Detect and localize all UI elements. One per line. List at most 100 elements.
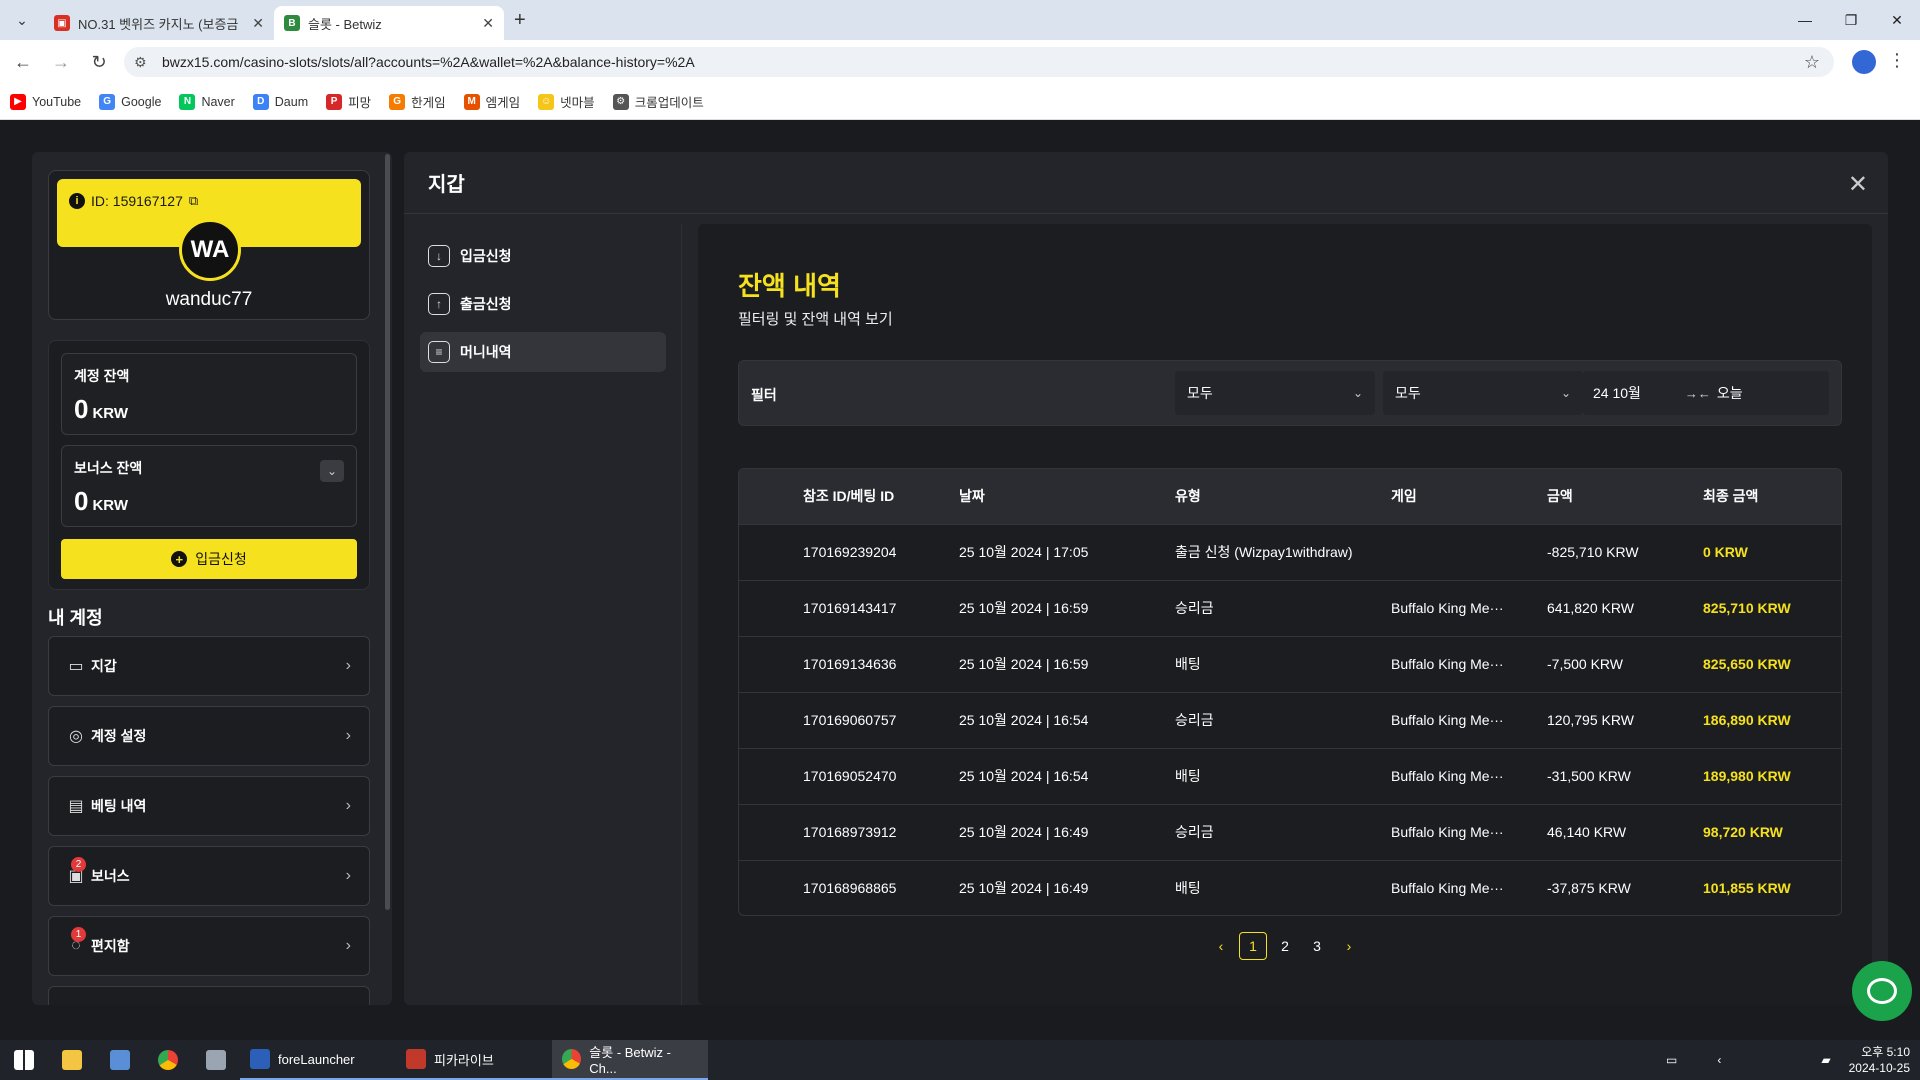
- site-info-icon[interactable]: ⚙: [134, 54, 150, 71]
- cell-type: 승리금: [1175, 712, 1214, 728]
- balance-history-content: 잔액 내역 필터링 및 잔액 내역 보기 필터 모두 ⌄ 모두 ⌄ 24 10월…: [698, 224, 1872, 1005]
- taskbar-app-chrome-betwiz[interactable]: 슬롯 - Betwiz - Ch...: [552, 1040, 708, 1080]
- chevron-left-icon[interactable]: ‹: [1207, 932, 1235, 960]
- bookmark-youtube[interactable]: ▶ YouTube: [10, 93, 81, 110]
- live-chat-button[interactable]: [1852, 961, 1912, 1021]
- page-title: 잔액 내역: [738, 271, 841, 301]
- bookmark-pmang[interactable]: P 피망: [326, 92, 371, 111]
- pc-icon[interactable]: [192, 1040, 240, 1080]
- taskbar-app-forelauncher[interactable]: foreLauncher: [240, 1040, 396, 1080]
- close-icon[interactable]: ✕: [1848, 170, 1868, 199]
- account-balance-label: 계정 잔액: [74, 368, 130, 384]
- new-tab-icon[interactable]: +: [514, 9, 526, 32]
- cell-date: 25 10월 2024 | 16:54: [959, 712, 1089, 728]
- menu-item-partial[interactable]: [48, 986, 370, 1005]
- network-icon[interactable]: ▭: [1666, 1053, 1677, 1067]
- forward-icon[interactable]: →: [46, 52, 76, 73]
- table-row: 170169143417 25 10월 2024 | 16:59 승리금 Buf…: [739, 580, 1841, 636]
- browser-tab-active[interactable]: B 슬롯 - Betwiz ✕: [274, 6, 504, 40]
- page-body: i ID: 159167127 ⧉ WA wanduc77 계정 잔액 0 KRW…: [0, 120, 1920, 1040]
- chat-icon: ◌ 1: [65, 927, 87, 957]
- battery-icon[interactable]: ▰: [1821, 1053, 1830, 1067]
- bookmark-netmarble[interactable]: ☺ 넷마블: [538, 92, 595, 111]
- clock[interactable]: 오후 5:10 2024-10-25: [1849, 1044, 1910, 1076]
- bonus-balance: 보너스 잔액 0 KRW ⌄: [61, 445, 357, 527]
- subnav-withdraw[interactable]: ↑ 출금신청: [420, 284, 666, 324]
- subnav-deposit[interactable]: ↓ 입금신청: [420, 236, 666, 276]
- tab-favicon-icon: B: [284, 15, 300, 31]
- date-range-picker[interactable]: 24 10월 →← 오늘: [1583, 371, 1829, 415]
- file-explorer-icon[interactable]: [48, 1040, 96, 1080]
- cell-date: 25 10월 2024 | 17:05: [959, 544, 1089, 560]
- bookmark-google[interactable]: G Google: [99, 93, 161, 110]
- profile-avatar-icon[interactable]: [1852, 50, 1876, 74]
- table-row: 170169134636 25 10월 2024 | 16:59 배팅 Buff…: [739, 636, 1841, 692]
- page-button-2[interactable]: 2: [1271, 932, 1299, 960]
- wallet-subnav: ↓ 입금신청 ↑ 출금신청 ≡ 머니내역: [404, 224, 682, 1005]
- col-header-date: 날짜: [959, 488, 985, 505]
- cell-game: Buffalo King Me···: [1391, 656, 1504, 672]
- url-omnibox[interactable]: ⚙ bwzx15.com/casino-slots/slots/all?acco…: [124, 47, 1834, 77]
- taskbar-app-pikalive[interactable]: 피카라이브: [396, 1040, 552, 1080]
- system-tray: ▭ ‹ ▰ 오후 5:10 2024-10-25: [1666, 1040, 1910, 1080]
- windows-start-icon[interactable]: [0, 1040, 48, 1080]
- restore-icon[interactable]: ❐: [1828, 0, 1874, 40]
- chrome-icon[interactable]: [144, 1040, 192, 1080]
- forelauncher-icon: [250, 1049, 270, 1069]
- page-button-1[interactable]: 1: [1239, 932, 1267, 960]
- bookmark-naver[interactable]: N Naver: [179, 93, 235, 110]
- tab-close-icon[interactable]: ✕: [252, 15, 264, 32]
- sidebar-scrollbar[interactable]: [385, 154, 390, 910]
- copy-icon[interactable]: ⧉: [189, 193, 198, 209]
- minimize-icon[interactable]: —: [1782, 0, 1828, 40]
- url-text[interactable]: bwzx15.com/casino-slots/slots/all?accoun…: [162, 54, 1804, 70]
- chrome-icon: [562, 1049, 582, 1069]
- bookmark-chrome-update[interactable]: ⚙ 크롬업데이트: [612, 92, 704, 111]
- menu-item-inbox[interactable]: ◌ 1 편지함 ›: [48, 916, 370, 976]
- bookmark-star-icon[interactable]: ☆: [1804, 52, 1820, 73]
- filter-select-1[interactable]: 모두 ⌄: [1175, 371, 1375, 415]
- deposit-button[interactable]: + 입금신청: [61, 539, 357, 579]
- browser-tab[interactable]: ▣ NO.31 벳위즈 카지노 (보증금 ✕: [44, 6, 274, 40]
- menu-item-wallet[interactable]: ▭ 지갑 ›: [48, 636, 370, 696]
- tab-search-icon[interactable]: ⌄: [8, 6, 36, 34]
- bookmark-daum[interactable]: D Daum: [252, 93, 308, 110]
- back-icon[interactable]: ←: [8, 52, 38, 73]
- tab-title: 슬롯 - Betwiz: [308, 16, 382, 32]
- netmarble-icon: ☺: [538, 93, 555, 110]
- cell-type: 배팅: [1175, 880, 1201, 897]
- menu-item-betting-history[interactable]: ▤ 베팅 내역 ›: [48, 776, 370, 836]
- bookmark-mgame[interactable]: M 엠게임: [463, 92, 520, 111]
- chevron-down-icon[interactable]: ⌄: [320, 460, 344, 482]
- language-icon[interactable]: ‹: [1717, 1053, 1721, 1067]
- cell-ref-id: 170168973912: [803, 824, 897, 840]
- menu-item-account-settings[interactable]: ◎ 계정 설정 ›: [48, 706, 370, 766]
- reload-icon[interactable]: ↻: [84, 52, 114, 73]
- page-subtitle: 필터링 및 잔액 내역 보기: [738, 311, 893, 328]
- username: wanduc77: [165, 289, 253, 310]
- cell-game: Buffalo King Me···: [1391, 712, 1504, 728]
- page-button-3[interactable]: 3: [1303, 932, 1331, 960]
- plus-circle-icon: +: [171, 551, 188, 567]
- bookmark-hangame[interactable]: G 한게임: [389, 92, 446, 111]
- wallet-panel: 지갑 ✕ ↓ 입금신청 ↑ 출금신청 ≡ 머니내역 잔액 내역 필터링 및 잔액…: [404, 152, 1888, 1005]
- youtube-icon: ▶: [10, 93, 26, 110]
- subnav-money-history[interactable]: ≡ 머니내역: [420, 332, 666, 372]
- currency: KRW: [92, 405, 129, 422]
- chevron-right-icon[interactable]: ›: [1335, 932, 1363, 960]
- chevron-right-icon: ›: [345, 657, 351, 674]
- info-icon: i: [69, 193, 85, 209]
- window-controls: — ❐ ✕: [1782, 0, 1920, 40]
- desktop-icon[interactable]: [96, 1040, 144, 1080]
- download-icon: ↓: [428, 245, 450, 267]
- mgame-icon: M: [463, 93, 480, 110]
- filter-select-2[interactable]: 모두 ⌄: [1383, 371, 1583, 415]
- menu-item-bonus[interactable]: ▣ 2 보너스 ›: [48, 846, 370, 906]
- browser-menu-icon[interactable]: ⋮: [1888, 50, 1906, 71]
- close-window-icon[interactable]: ✕: [1874, 0, 1920, 40]
- cell-amount: 46,140 KRW: [1547, 824, 1627, 840]
- cell-type: 승리금: [1175, 824, 1214, 840]
- cell-amount: -825,710 KRW: [1547, 544, 1639, 560]
- my-account-title: 내 계정: [48, 608, 103, 628]
- tab-close-icon[interactable]: ✕: [482, 15, 494, 32]
